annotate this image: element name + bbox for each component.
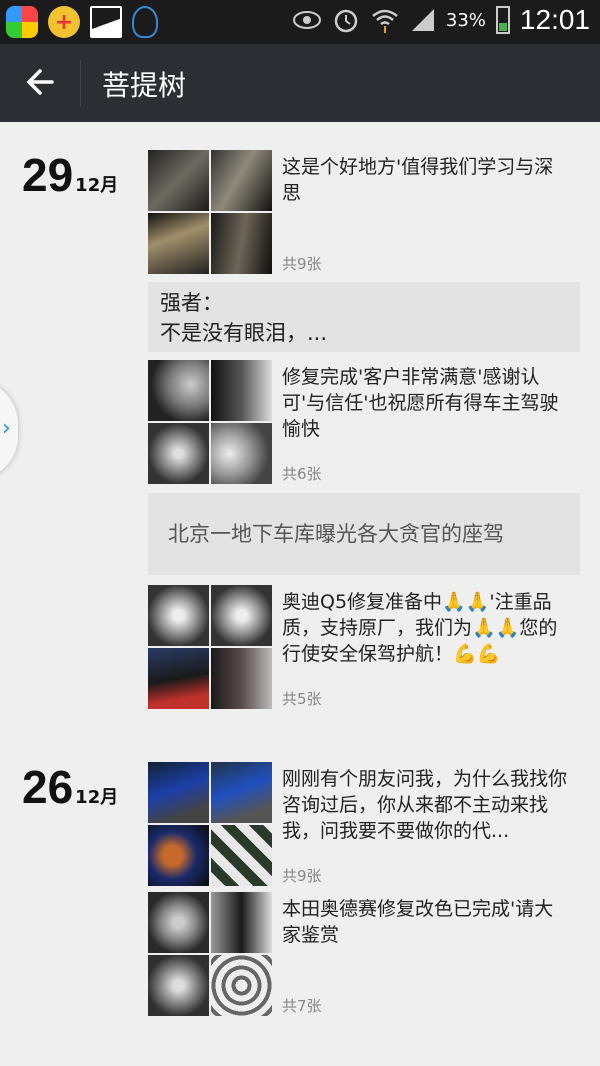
thumbnail (148, 213, 209, 274)
clock: 12:01 (519, 4, 590, 35)
thumbnail (148, 360, 209, 421)
entry-text: 本田奥德赛修复改色已完成'请大家鉴赏 (282, 898, 554, 946)
photo-count: 共9张 (282, 867, 322, 885)
thumbnail (148, 825, 209, 886)
thumbnail (211, 150, 272, 211)
alarm-icon (334, 9, 358, 33)
photo-count: 共5张 (282, 690, 322, 708)
entry-text: 这是个好地方'值得我们学习与深思 (282, 156, 554, 204)
thumbnail-grid (148, 150, 272, 274)
battery-icon (495, 6, 510, 34)
thumbnail (211, 825, 272, 886)
thumbnail (211, 360, 272, 421)
thumbnail-grid (148, 585, 272, 709)
text-post-line: 北京一地下车库曝光各大贪官的座驾 (168, 522, 504, 546)
thumbnail (211, 892, 272, 953)
date-day: 29 (22, 149, 74, 201)
date-label: 26 12月 (22, 760, 118, 814)
text-post[interactable]: 强者： 不是没有眼泪，... (148, 282, 580, 352)
entry-text: 刚刚有个朋友问我，为什么我找你咨询过后，你从来都不主动来找我，问我要不要做你的代… (282, 768, 568, 842)
thumbnail (148, 648, 209, 709)
thumbnail (211, 762, 272, 823)
date-label: 29 12月 (22, 148, 118, 202)
qq-icon (132, 6, 158, 38)
thumbnail (148, 423, 209, 484)
album-entry[interactable]: 这是个好地方'值得我们学习与深思 共9张 (148, 150, 580, 274)
thumbnail (148, 955, 209, 1016)
thumbnail (148, 892, 209, 953)
photo-count: 共6张 (282, 465, 322, 483)
album-entry[interactable]: 奥迪Q5修复准备中🙏🙏'注重品质，支持原厂，我们为🙏🙏您的行使安全保驾护航！💪💪… (148, 585, 580, 709)
date-month: 12月 (75, 787, 119, 808)
photo-count: 共7张 (282, 997, 322, 1015)
entry-text: 奥迪Q5修复准备中🙏🙏'注重品质，支持原厂，我们为🙏🙏您的行使安全保驾护航！💪💪 (282, 591, 558, 665)
thumbnail (148, 150, 209, 211)
album-entry[interactable]: 修复完成'客户非常满意'感谢认可'与信任'也祝愿所有得车主驾驶愉快 共6张 (148, 360, 580, 484)
thumbnail-grid (148, 762, 272, 886)
chevron-right-icon: › (2, 416, 11, 441)
photo-count: 共9张 (282, 255, 322, 273)
date-day: 26 (22, 761, 74, 813)
back-button[interactable] (18, 58, 66, 106)
app-store-icon (6, 6, 38, 38)
eye-icon (292, 11, 321, 29)
thumbnail (148, 585, 209, 646)
side-pull-tab[interactable]: › (0, 380, 18, 480)
thumbnail (211, 955, 272, 1016)
thumbnail-grid (148, 892, 272, 1016)
text-post[interactable]: 北京一地下车库曝光各大贪官的座驾 (148, 493, 580, 575)
health-app-icon: + (48, 6, 80, 38)
text-post-line: 不是没有眼泪，... (160, 321, 328, 345)
battery-percent: 33% (445, 9, 486, 31)
entry-text: 修复完成'客户非常满意'感谢认可'与信任'也祝愿所有得车主驾驶愉快 (282, 366, 559, 440)
title-divider (80, 60, 81, 106)
thumbnail (211, 213, 272, 274)
thumbnail (211, 585, 272, 646)
album-entry[interactable]: 刚刚有个朋友问我，为什么我找你咨询过后，你从来都不主动来找我，问我要不要做你的代… (148, 762, 580, 886)
text-post-line: 强者： (160, 291, 223, 315)
thumbnail-grid (148, 360, 272, 484)
signal-icon (411, 9, 434, 31)
album-entry[interactable]: 本田奥德赛修复改色已完成'请大家鉴赏 共7张 (148, 892, 580, 1016)
status-bar: + 33% 12:01 (0, 0, 600, 44)
back-arrow-icon (26, 69, 54, 95)
page-title: 菩提树 (102, 69, 187, 102)
title-bar: 菩提树 (0, 44, 600, 122)
thumbnail (211, 648, 272, 709)
thumbnail (148, 762, 209, 823)
gallery-icon (90, 6, 122, 38)
wifi-icon (372, 9, 398, 33)
date-month: 12月 (75, 175, 119, 196)
thumbnail (211, 423, 272, 484)
